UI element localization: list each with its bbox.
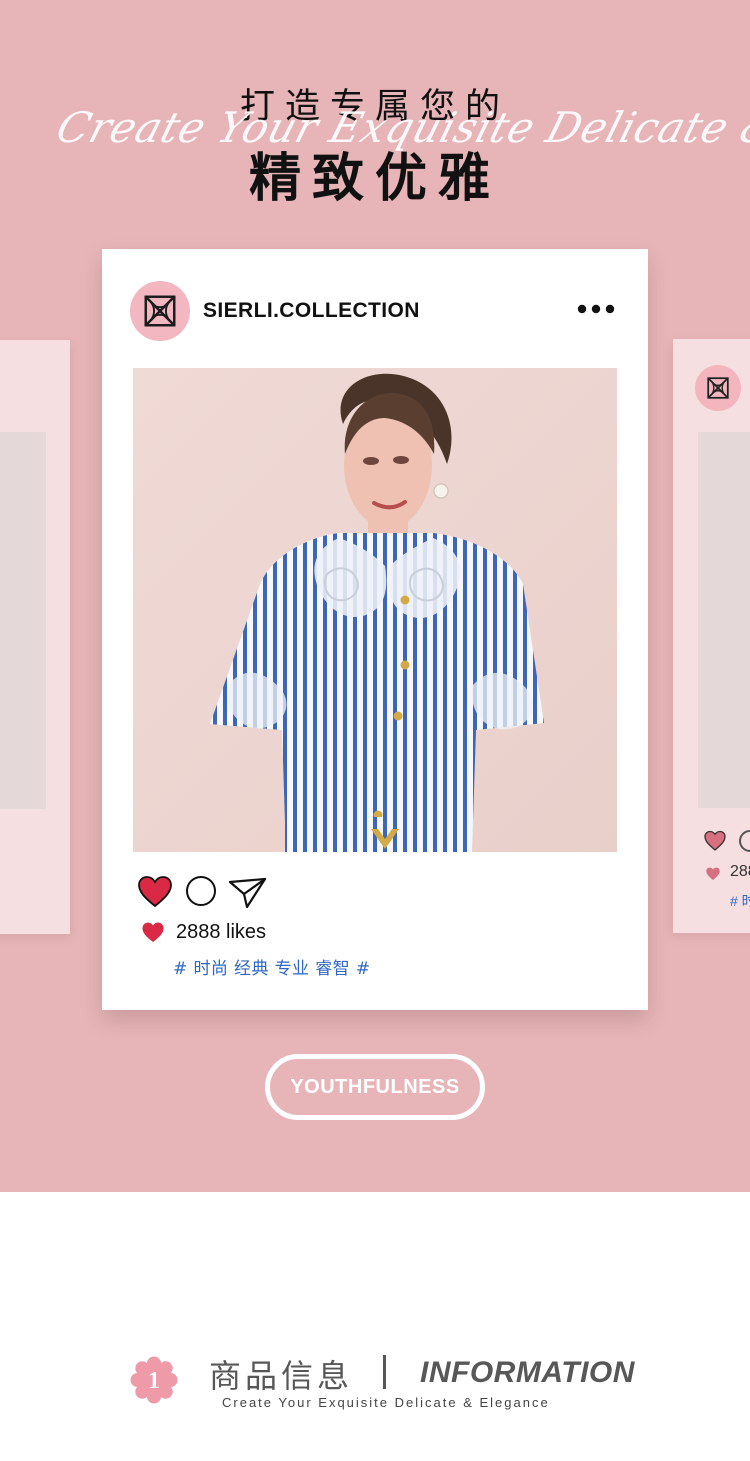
brand-logo-icon: [144, 295, 176, 327]
brand-logo-icon: [707, 377, 729, 399]
comment-icon[interactable]: [739, 830, 750, 852]
heart-icon: [706, 867, 720, 880]
right-post-tags: # 时尚 经典 专业 睿智 #: [730, 893, 750, 909]
fashion-photo: [133, 368, 617, 852]
more-icon[interactable]: [576, 303, 616, 315]
information-title-cn: 商品信息: [209, 1357, 354, 1395]
send-icon[interactable]: [228, 877, 268, 909]
post-image[interactable]: [133, 368, 617, 852]
right-post-likes: 2888 likes: [730, 863, 750, 880]
right-post-avatar: [695, 365, 741, 411]
post-tags[interactable]: # 时尚 经典 专业 睿智 #: [173, 954, 371, 979]
likes-count: 2888 likes: [176, 921, 267, 943]
heart-icon[interactable]: [703, 829, 727, 853]
right-post-card: 2888 likes # 时尚 经典 专业 睿智 #: [673, 339, 750, 933]
main-post-card: SIERLI.COLLECTION 2888 likes # 时尚 经典 专业 …: [102, 249, 648, 1010]
comment-icon[interactable]: [186, 876, 216, 906]
left-post-card: [0, 340, 70, 934]
information-section: [0, 1192, 750, 1461]
right-post-image: [698, 432, 750, 808]
post-username[interactable]: SIERLI.COLLECTION: [203, 299, 420, 323]
flower-icon: 1: [130, 1356, 178, 1404]
title-divider: [383, 1355, 386, 1389]
section-number: 1: [148, 1368, 160, 1394]
heart-icon[interactable]: [137, 875, 173, 908]
information-title-en: INFORMATION: [420, 1356, 635, 1389]
youthfulness-button[interactable]: YOUTHFULNESS: [265, 1054, 485, 1120]
information-subtitle: Create Your Exquisite Delicate & Eleganc…: [222, 1395, 550, 1410]
left-post-image: [0, 432, 46, 809]
hero-section: 打造专属您的 Create Your Exquisite Delicate & …: [0, 0, 750, 1192]
brand-avatar[interactable]: [130, 281, 190, 341]
hero-title-main: 精致优雅: [248, 148, 501, 209]
heart-icon: [142, 922, 164, 942]
